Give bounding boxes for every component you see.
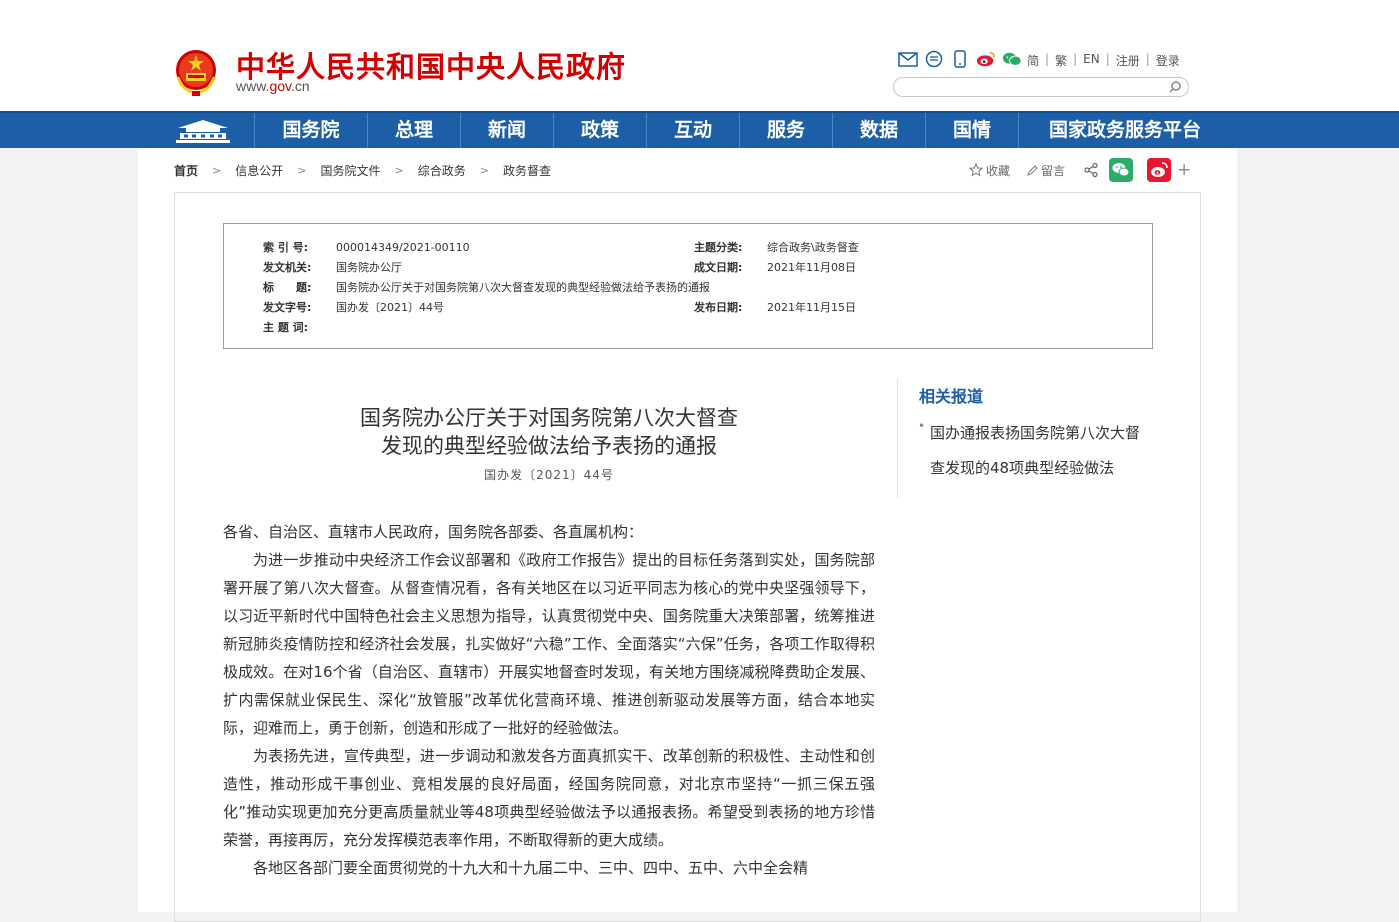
chevron-right-icon: >	[394, 164, 404, 177]
meta-created: 成文日期: 2021年11月08日	[694, 259, 856, 275]
message-icon[interactable]	[924, 50, 944, 68]
meta-title-label: 标 题:	[263, 281, 312, 294]
site-url[interactable]: www.gov.cn	[236, 78, 310, 94]
meta-topic: 主题分类: 综合政务\政务督查	[694, 239, 859, 255]
breadcrumb-home[interactable]: 首页	[174, 162, 198, 179]
link-simplified[interactable]: 简	[1027, 52, 1039, 69]
star-icon	[969, 163, 983, 177]
article-salutation: 各省、自治区、直辖市人民政府，国务院各部委、各直属机构：	[223, 523, 644, 541]
search-icon[interactable]	[1168, 80, 1182, 94]
link-english[interactable]: EN	[1083, 52, 1100, 69]
more-share-button[interactable]: +	[1177, 160, 1191, 180]
article-tools: 收藏 留言 +	[969, 158, 1191, 182]
site-url-prefix: www.	[236, 78, 270, 94]
meta-keywords: 主 题 词:	[263, 319, 336, 335]
meta-topic-label: 主题分类:	[694, 241, 743, 254]
pencil-icon	[1027, 164, 1038, 176]
meta-title-value: 国务院办公厅关于对国务院第八次大督查发现的典型经验做法给予表扬的通报	[336, 281, 710, 294]
breadcrumb-supervision[interactable]: 政务督查	[503, 162, 551, 179]
breadcrumb-info-disclosure[interactable]: 信息公开	[235, 162, 283, 179]
share-icon[interactable]	[1083, 162, 1099, 178]
header-icon-bar	[898, 49, 1022, 69]
breadcrumb-general-affairs[interactable]: 综合政务	[418, 162, 466, 179]
site-url-suffix: .cn	[291, 78, 310, 94]
meta-docno-label: 发文字号:	[263, 301, 312, 314]
breadcrumb-state-council-docs[interactable]: 国务院文件	[320, 162, 380, 179]
meta-index: 索 引 号: 000014349/2021-00110	[263, 239, 470, 255]
nav-item-data[interactable]: 数据	[832, 113, 925, 148]
meta-topic-value: 综合政务\政务督查	[767, 241, 859, 254]
link-register[interactable]: 注册	[1116, 52, 1140, 69]
article-title-line-1: 国务院办公厅关于对国务院第八次大督查	[360, 406, 738, 430]
nav-item-premier[interactable]: 总理	[367, 113, 460, 148]
chevron-right-icon: >	[479, 164, 489, 177]
tiananmen-icon[interactable]	[172, 117, 234, 145]
nav-item-national-info[interactable]: 国情	[925, 113, 1018, 148]
nav-item-news[interactable]: 新闻	[460, 113, 553, 148]
meta-issuer: 发文机关: 国务院办公厅	[263, 259, 402, 275]
related-report-link[interactable]: 国办通报表扬国务院第八次大督查发现的48项典型经验做法	[930, 416, 1142, 486]
search-box	[893, 77, 1189, 97]
article-title: 国务院办公厅关于对国务院第八次大督查 发现的典型经验做法给予表扬的通报	[223, 404, 875, 460]
mail-icon[interactable]	[898, 50, 918, 68]
meta-published-label: 发布日期:	[694, 301, 743, 314]
nav-item-interaction[interactable]: 互动	[646, 113, 739, 148]
weibo-share-icon[interactable]	[1147, 158, 1172, 182]
wechat-share-icon[interactable]	[1109, 158, 1134, 182]
meta-docno: 发文字号: 国办发〔2021〕44号	[263, 299, 444, 315]
meta-created-label: 成文日期:	[694, 261, 743, 274]
chevron-right-icon: >	[212, 164, 222, 177]
favorite-label: 收藏	[986, 163, 1011, 178]
separator: |	[1073, 52, 1078, 66]
article-body: 各省、自治区、直辖市人民政府，国务院各部委、各直属机构： 为进一步推动中央经济工…	[223, 518, 875, 882]
wechat-icon[interactable]	[1002, 50, 1022, 68]
nav-item-state-council[interactable]: 国务院	[254, 113, 367, 148]
nav-item-policy[interactable]: 政策	[553, 113, 646, 148]
meta-index-label: 索 引 号:	[263, 241, 309, 254]
breadcrumb: 首页 > 信息公开 > 国务院文件 > 综合政务 > 政务督查	[174, 162, 565, 179]
related-reports: 相关报道 • 国办通报表扬国务院第八次大督查发现的48项典型经验做法	[897, 378, 1158, 498]
meta-docno-value: 国办发〔2021〕44号	[336, 301, 444, 314]
favorite-button[interactable]: 收藏	[969, 162, 1010, 179]
meta-title: 标 题: 国务院办公厅关于对国务院第八次大督查发现的典型经验做法给予表扬的通报	[263, 279, 710, 295]
separator: |	[1145, 52, 1150, 66]
article-paragraph: 为进一步推动中央经济工作会议部署和《政府工作报告》提出的目标任务落到实处，国务院…	[223, 551, 875, 737]
article-title-line-2: 发现的典型经验做法给予表扬的通报	[381, 434, 717, 458]
nav-item-gov-service-platform[interactable]: 国家政务服务平台	[1018, 113, 1231, 148]
search-input[interactable]	[904, 80, 1168, 96]
link-login[interactable]: 登录	[1156, 52, 1180, 69]
nav-item-services[interactable]: 服务	[739, 113, 832, 148]
comment-label: 留言	[1041, 163, 1066, 178]
meta-issuer-label: 发文机关:	[263, 261, 312, 274]
national-emblem-icon[interactable]	[172, 47, 220, 97]
meta-created-value: 2021年11月08日	[767, 261, 856, 274]
mobile-icon[interactable]	[950, 50, 970, 68]
weibo-icon[interactable]	[976, 50, 996, 68]
site-header: 中华人民共和国中央人民政府 www.gov.cn 简 | 繁 | EN | 注册 | 登…	[0, 0, 1399, 111]
article-doc-number: 国办发〔2021〕44号	[484, 468, 614, 482]
meta-keywords-label: 主 题 词:	[263, 321, 309, 334]
meta-published: 发布日期: 2021年11月15日	[694, 299, 856, 315]
related-reports-title: 相关报道	[919, 387, 984, 406]
comment-button[interactable]: 留言	[1026, 162, 1065, 179]
bullet-icon: •	[918, 419, 926, 433]
chevron-right-icon: >	[297, 164, 307, 177]
meta-issuer-value: 国务院办公厅	[336, 261, 402, 274]
article-paragraph: 各地区各部门要全面贯彻党的十九大和十九届二中、三中、四中、五中、六中全会精	[253, 859, 809, 877]
article-paragraph: 为表扬先进，宣传典型，进一步调动和激发各方面真抓实干、改革创新的积极性、主动性和…	[223, 747, 875, 849]
header-links: 简 | 繁 | EN | 注册 | 登录	[1027, 52, 1180, 69]
site-url-brand: gov	[269, 78, 291, 94]
meta-published-value: 2021年11月15日	[767, 301, 856, 314]
separator: |	[1105, 52, 1110, 66]
document-meta-box: 索 引 号: 000014349/2021-00110 主题分类: 综合政务\政务督…	[223, 223, 1153, 349]
link-traditional[interactable]: 繁	[1055, 52, 1067, 69]
main-nav: 国务院 总理 新闻 政策 互动 服务 数据 国情 国家政务服务平台	[0, 111, 1399, 148]
separator: |	[1045, 52, 1050, 66]
meta-index-value: 000014349/2021-00110	[336, 241, 470, 254]
